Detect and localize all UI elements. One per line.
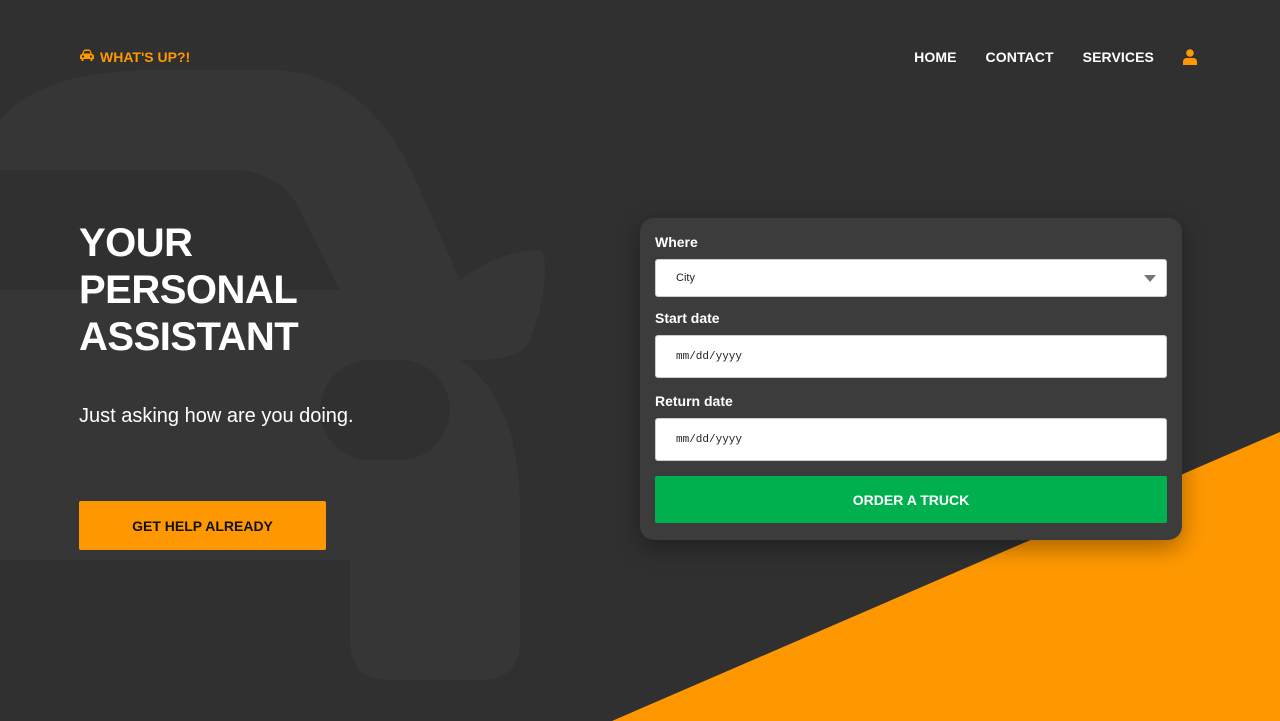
where-label: Where (655, 234, 698, 250)
start-date-label: Start date (655, 310, 720, 326)
hero-subtitle: Just asking how are you doing. (79, 405, 354, 427)
nav-contact[interactable]: CONTACT (986, 49, 1054, 65)
hero-title-line: ASSISTANT (79, 315, 299, 359)
hero-title-line: PERSONAL (79, 268, 298, 312)
hero-title: YOUR PERSONAL ASSISTANT (79, 220, 354, 361)
brand-name: WHAT'S UP?! (100, 49, 191, 65)
return-date-placeholder: mm/dd/yyyy (676, 433, 743, 446)
main-nav: HOME CONTACT SERVICES (914, 49, 1197, 65)
get-help-button[interactable]: GET HELP ALREADY (79, 501, 326, 550)
site-header: WHAT'S UP?! HOME CONTACT SERVICES (79, 44, 1197, 70)
hero-section: YOUR PERSONAL ASSISTANT Just asking how … (79, 220, 354, 428)
where-select[interactable]: City (655, 259, 1167, 297)
hero-title-line: YOUR (79, 221, 193, 265)
brand-logo[interactable]: WHAT'S UP?! (79, 49, 190, 65)
order-truck-button[interactable]: ORDER A TRUCK (655, 476, 1167, 523)
booking-form: Where City Start date mm/dd/yyyy Return … (640, 218, 1182, 540)
start-date-input[interactable]: mm/dd/yyyy (655, 335, 1167, 378)
where-select-value: City (676, 272, 695, 284)
nav-home[interactable]: HOME (914, 49, 956, 65)
nav-services[interactable]: SERVICES (1083, 49, 1154, 65)
return-date-label: Return date (655, 393, 733, 409)
car-icon (79, 49, 95, 65)
return-date-input[interactable]: mm/dd/yyyy (655, 418, 1167, 461)
start-date-placeholder: mm/dd/yyyy (676, 350, 743, 363)
user-icon[interactable] (1183, 49, 1197, 65)
chevron-down-icon (1144, 275, 1156, 282)
